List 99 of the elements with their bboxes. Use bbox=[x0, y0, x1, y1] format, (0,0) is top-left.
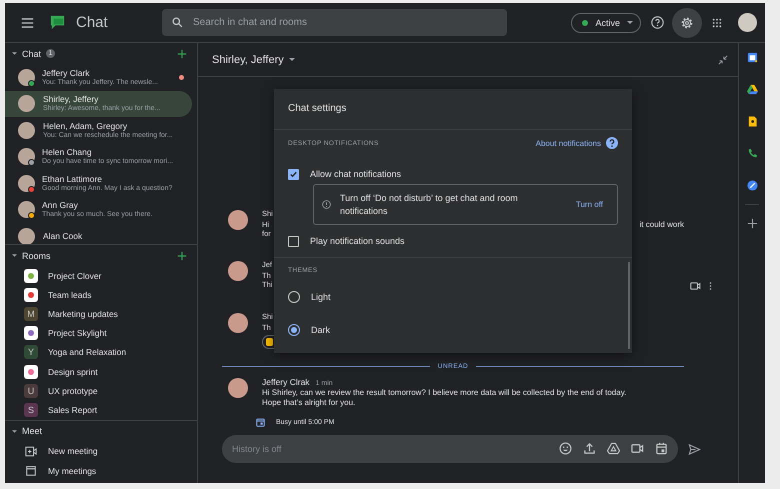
avatar bbox=[18, 68, 35, 86]
chat-logo-icon bbox=[49, 14, 66, 31]
settings-button[interactable] bbox=[672, 8, 702, 38]
video-plus-icon bbox=[25, 446, 37, 457]
help-icon[interactable] bbox=[606, 137, 618, 149]
room-name: Project Clover bbox=[48, 270, 102, 281]
avatar bbox=[228, 378, 248, 398]
avatar bbox=[18, 201, 35, 218]
section-title: Chat bbox=[22, 48, 42, 58]
conversation-name: Alan Cook bbox=[43, 231, 82, 242]
avatar bbox=[18, 122, 35, 139]
room-item[interactable]: U UX prototype bbox=[5, 381, 197, 400]
conversation-name: Shirley, Jeffery bbox=[43, 94, 100, 104]
room-item[interactable]: Y Yoga and Relaxation bbox=[5, 342, 197, 362]
search-field[interactable]: Search in chat and rooms bbox=[162, 9, 507, 36]
room-emoji-icon bbox=[24, 326, 38, 340]
room-name: Team leads bbox=[48, 290, 92, 300]
collapse-caret-icon[interactable] bbox=[12, 430, 17, 432]
more-options-icon[interactable] bbox=[709, 280, 712, 290]
caret-icon bbox=[627, 21, 633, 24]
checkbox-option[interactable]: Play notification sounds bbox=[288, 231, 618, 251]
apps-grid-icon[interactable] bbox=[712, 18, 722, 28]
add-icon[interactable] bbox=[177, 250, 187, 260]
conversation-title[interactable]: Shirley, Jeffery bbox=[212, 54, 295, 66]
room-letter-icon: U bbox=[24, 384, 38, 398]
section-title: Meet bbox=[22, 426, 42, 436]
theme-radio[interactable]: Dark bbox=[288, 313, 618, 346]
video-call-icon[interactable] bbox=[690, 280, 701, 290]
avatar bbox=[18, 174, 35, 192]
room-name: UX prototype bbox=[48, 386, 98, 396]
room-item[interactable]: Project Clover bbox=[5, 266, 197, 286]
conversation-item[interactable]: Alan Cook bbox=[5, 223, 192, 250]
section-title: Rooms bbox=[22, 250, 51, 260]
room-name: Sales Report bbox=[48, 404, 98, 415]
conversation-name: Helen, Adam, Gregory bbox=[43, 120, 128, 131]
add-icon[interactable] bbox=[746, 218, 758, 229]
collapse-caret-icon[interactable] bbox=[12, 52, 17, 55]
avatar bbox=[18, 228, 35, 245]
menu-icon[interactable] bbox=[21, 18, 34, 28]
add-icon[interactable] bbox=[177, 48, 187, 58]
conversation-name: Helen Chang bbox=[42, 147, 93, 158]
note-icon[interactable] bbox=[746, 116, 758, 127]
video-icon[interactable] bbox=[631, 442, 644, 455]
help-icon[interactable] bbox=[651, 16, 664, 29]
settings-icon bbox=[680, 16, 694, 30]
dialog-title: Chat settings bbox=[274, 89, 632, 130]
avatar bbox=[228, 312, 248, 332]
status-dropdown[interactable]: Active bbox=[571, 12, 641, 32]
upload-icon[interactable] bbox=[583, 442, 596, 455]
avatar bbox=[228, 210, 248, 230]
meet-item[interactable]: New meeting bbox=[5, 442, 197, 461]
account-avatar[interactable] bbox=[738, 13, 757, 32]
triangle-drive-icon[interactable] bbox=[746, 84, 758, 95]
calendar-icon[interactable] bbox=[655, 442, 668, 455]
meet-item[interactable]: My meetings bbox=[5, 461, 197, 480]
theme-radio[interactable]: Light bbox=[288, 280, 618, 313]
room-item[interactable]: Project Skylight bbox=[5, 324, 197, 343]
room-item[interactable]: M Marketing updates bbox=[5, 304, 197, 324]
message-input[interactable]: History is off bbox=[222, 435, 678, 463]
author-name: Jeffery Clrak bbox=[262, 376, 310, 388]
room-name: Yoga and Relaxation bbox=[48, 347, 126, 358]
collapse-arrows-icon[interactable] bbox=[718, 54, 728, 64]
emoji-icon[interactable] bbox=[559, 442, 572, 455]
calendar-icon bbox=[25, 465, 37, 476]
room-letter-icon: S bbox=[24, 402, 38, 417]
avatar bbox=[18, 148, 35, 166]
room-item[interactable]: Design sprint bbox=[5, 362, 197, 382]
room-emoji-icon bbox=[24, 288, 38, 302]
triangle-drive-icon[interactable] bbox=[607, 442, 620, 455]
avatar bbox=[18, 95, 35, 112]
about-notifications-link[interactable]: About notifications bbox=[536, 138, 601, 148]
checkbox-option[interactable]: Allow chat notifications bbox=[288, 164, 618, 184]
send-icon[interactable] bbox=[688, 442, 701, 456]
conversation-name: Jeffery Clark bbox=[42, 68, 91, 78]
checkmark-icon bbox=[289, 170, 298, 178]
notice-text: Turn off ‘Do not disturb’ to get chat and room notifications bbox=[340, 192, 519, 218]
room-name: Project Skylight bbox=[48, 328, 107, 338]
turn-off-button[interactable]: Turn off bbox=[576, 200, 603, 209]
conversation-name: Ethan Lattimore bbox=[42, 174, 104, 184]
avatar bbox=[228, 260, 248, 280]
room-item[interactable]: Team leads bbox=[5, 285, 197, 304]
caret-icon bbox=[288, 58, 295, 61]
phone-icon[interactable] bbox=[746, 148, 758, 159]
room-emoji-icon bbox=[24, 364, 38, 379]
message-text: it could work bbox=[640, 220, 684, 228]
room-letter-icon: M bbox=[24, 306, 38, 321]
room-name: Design sprint bbox=[48, 366, 98, 377]
search-icon bbox=[172, 17, 183, 28]
app-title: Chat bbox=[76, 14, 109, 31]
room-name: Marketing updates bbox=[48, 308, 118, 319]
room-letter-icon: Y bbox=[24, 345, 38, 360]
conversation-name: Ann Gray bbox=[42, 200, 79, 210]
info-icon bbox=[322, 200, 331, 209]
message-text: Hi Shirley, can we review the result tomorrow? I believe more data will be collected by the end of today. bbox=[262, 388, 626, 398]
room-item[interactable]: S Sales Report bbox=[5, 400, 197, 420]
room-emoji-icon bbox=[24, 268, 38, 283]
collapse-caret-icon[interactable] bbox=[12, 254, 17, 257]
message-text: Hope that’s alright for you. bbox=[262, 398, 356, 408]
calendar-icon bbox=[256, 418, 265, 427]
